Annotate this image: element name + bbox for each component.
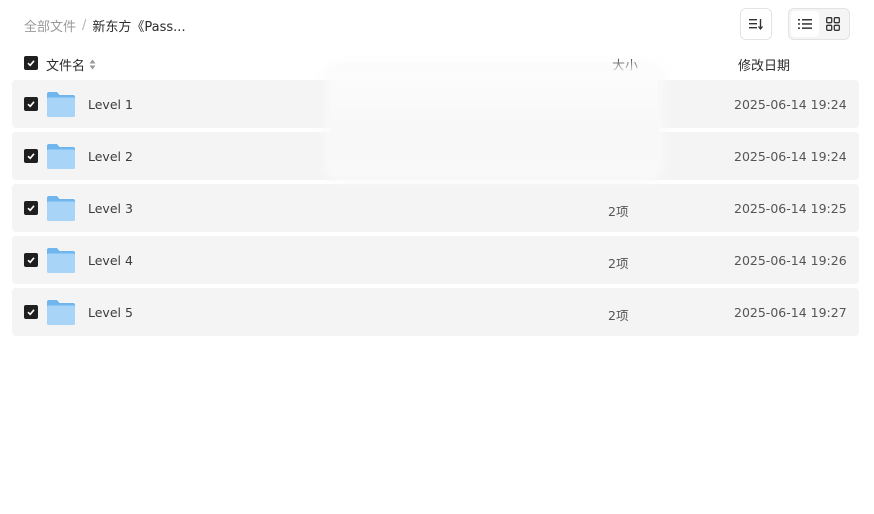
- grid-view-icon: [826, 17, 840, 31]
- table-row[interactable]: Level 3 2项 2025-06-14 19:25: [12, 184, 859, 232]
- sort-caret-icon: [89, 59, 96, 70]
- row-checkbox[interactable]: [24, 201, 38, 215]
- file-date: 2025-06-14 19:27: [734, 305, 847, 320]
- breadcrumb: 全部文件 / 新东方《Pass...: [24, 15, 186, 35]
- file-date: 2025-06-14 19:24: [734, 149, 847, 164]
- file-size: 2项: [608, 256, 629, 271]
- row-checkbox[interactable]: [24, 97, 38, 111]
- check-icon: [27, 101, 35, 108]
- breadcrumb-current: 新东方《Pass...: [92, 19, 186, 35]
- column-header-name[interactable]: 文件名: [46, 55, 96, 74]
- column-name-label: 文件名: [46, 59, 86, 74]
- file-name[interactable]: Level 5: [88, 305, 133, 320]
- folder-icon: [47, 196, 75, 221]
- file-name[interactable]: Level 3: [88, 201, 133, 216]
- list-view-icon: [798, 19, 812, 29]
- file-size: 2项: [608, 204, 629, 219]
- view-toggle: [788, 8, 850, 40]
- column-header-date[interactable]: 修改日期: [738, 55, 790, 74]
- file-name[interactable]: Level 4: [88, 253, 133, 268]
- sort-button[interactable]: [740, 8, 772, 40]
- folder-icon: [47, 144, 75, 169]
- list-view-button[interactable]: [791, 11, 819, 37]
- grid-view-button[interactable]: [819, 11, 847, 37]
- file-date: 2025-06-14 19:26: [734, 253, 847, 268]
- file-name[interactable]: Level 1: [88, 97, 133, 112]
- breadcrumb-root-link[interactable]: 全部文件: [24, 16, 76, 35]
- check-icon: [27, 309, 35, 316]
- check-icon: [27, 153, 35, 160]
- row-checkbox[interactable]: [24, 305, 38, 319]
- file-size: 2项: [608, 308, 629, 323]
- select-all-checkbox[interactable]: [24, 56, 38, 70]
- breadcrumb-separator: /: [82, 17, 87, 33]
- file-date: 2025-06-14 19:25: [734, 201, 847, 216]
- faded-overlay: [330, 70, 658, 176]
- table-row[interactable]: Level 4 2项 2025-06-14 19:26: [12, 236, 859, 284]
- check-icon: [27, 257, 35, 264]
- table-row[interactable]: Level 5 2项 2025-06-14 19:27: [12, 288, 859, 336]
- folder-icon: [47, 92, 75, 117]
- file-date: 2025-06-14 19:24: [734, 97, 847, 112]
- check-icon: [27, 205, 35, 212]
- file-name[interactable]: Level 2: [88, 149, 133, 164]
- folder-icon: [47, 248, 75, 273]
- row-checkbox[interactable]: [24, 149, 38, 163]
- check-icon: [27, 60, 35, 67]
- folder-icon: [47, 300, 75, 325]
- sort-icon: [749, 19, 764, 31]
- row-checkbox[interactable]: [24, 253, 38, 267]
